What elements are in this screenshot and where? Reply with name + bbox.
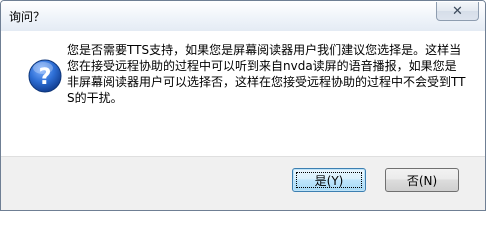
no-button[interactable]: 否(N) (385, 168, 459, 192)
close-button[interactable]: ✕ (436, 2, 479, 21)
button-bar: 是(Y) 否(N) (1, 156, 485, 210)
close-icon: ✕ (452, 3, 463, 19)
dialog-title: 询问？ (9, 10, 46, 24)
question-icon: ? (28, 59, 62, 93)
dialog-message: 您是否需要TTS支持，如果您是屏幕阅读器用户我们建议您选择是。这样当您在接受远程… (67, 43, 466, 105)
question-dialog: 询问？ ✕ ? 您是否需要TTS支持，如果您是屏幕阅读器用户我们建议您选择是。这… (0, 0, 486, 211)
dialog-content: ? 您是否需要TTS支持，如果您是屏幕阅读器用户我们建议您选择是。这样当您在接受… (8, 31, 478, 156)
yes-button[interactable]: 是(Y) (292, 168, 366, 192)
title-bar[interactable]: 询问？ ✕ (1, 1, 485, 31)
svg-text:?: ? (39, 65, 52, 90)
